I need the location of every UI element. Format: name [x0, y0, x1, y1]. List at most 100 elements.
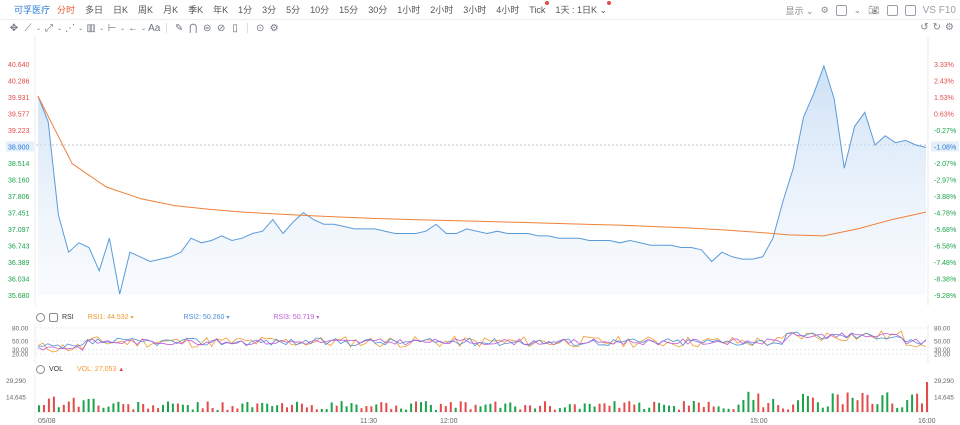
lock-icon[interactable]: ⊜: [201, 21, 213, 35]
volume-bar: [678, 409, 680, 412]
pct-tick-label: -3.88%: [934, 194, 956, 201]
redo-icon[interactable]: ↻: [933, 22, 941, 33]
vol-value-legend[interactable]: VOL: 27,053 ▲: [77, 366, 124, 373]
display-menu[interactable]: 显示 ⌄: [786, 4, 814, 17]
volume-bar: [603, 403, 606, 412]
price-chart[interactable]: 40.640 40.286 39.931 39.577 39.223 38.900 38.5…: [0, 36, 960, 306]
volume-bar: [648, 407, 651, 412]
volume-bar: [132, 409, 135, 412]
volume-bar: [916, 393, 919, 412]
measure-icon[interactable]: ⊢: [106, 21, 118, 35]
history-tools: ↺ ↻ ⚙: [920, 22, 954, 33]
vsf10-button[interactable]: VS F10: [923, 5, 956, 16]
period-tab[interactable]: 2小时: [425, 0, 458, 20]
rsi-level-label: 20.00: [12, 352, 29, 359]
period-tab[interactable]: 周K: [133, 0, 158, 20]
volume-bar: [385, 402, 388, 412]
volume-bar: [370, 406, 373, 412]
volume-bar: [405, 409, 408, 412]
volume-chart[interactable]: 29,290 14,645 29,290 14,645 05/08 11:30 12:00 1…: [0, 375, 960, 425]
pattern-icon[interactable]: ⋰: [64, 21, 76, 35]
volume-bar: [752, 399, 755, 412]
volume-bar: [479, 406, 482, 412]
volume-bar: [737, 404, 740, 412]
period-tab[interactable]: 多日: [80, 0, 108, 20]
price-tick-label: 38.900: [8, 145, 30, 152]
volume-bar: [43, 405, 45, 412]
volume-bar: [206, 401, 209, 412]
layout-icon[interactable]: [835, 4, 847, 16]
volume-bar: [742, 399, 745, 412]
volume-bar: [231, 406, 234, 412]
undo-icon[interactable]: ↺: [920, 22, 928, 33]
rsi-line: [37, 331, 927, 349]
chevron-down-icon[interactable]: ⌄: [99, 25, 104, 32]
volume-bar: [57, 407, 60, 412]
chevron-down-icon[interactable]: ⌄: [36, 25, 41, 32]
period-tab[interactable]: 1小时: [392, 0, 425, 20]
gear-icon[interactable]: ⚙: [821, 5, 829, 16]
fib-icon[interactable]: ⤢: [43, 21, 55, 35]
period-tab[interactable]: 1分: [233, 0, 257, 20]
volume-bar: [112, 403, 115, 412]
pen-icon[interactable]: ✎: [173, 21, 185, 35]
period-tab[interactable]: 1天 : 1日K ⌄: [550, 0, 612, 20]
rsi-chart[interactable]: 80.00 80.0050.00 50.0030.00 30.0020.00 20.00: [0, 324, 960, 364]
period-tab[interactable]: 4小时: [491, 0, 524, 20]
period-tab[interactable]: Tick: [524, 0, 550, 20]
fullscreen-icon[interactable]: [886, 4, 898, 16]
vol-label: VOL: [49, 365, 64, 373]
magnet-icon[interactable]: ⋂: [187, 21, 199, 35]
settings-icon[interactable]: ⚙: [268, 21, 280, 35]
volume-bar: [866, 394, 869, 412]
line-icon[interactable]: ⟋: [22, 21, 34, 35]
volume-bar: [261, 402, 264, 412]
period-tab[interactable]: 分时: [52, 0, 80, 20]
volume-bar: [276, 405, 279, 412]
period-tab[interactable]: 日K: [108, 0, 133, 20]
text-icon[interactable]: Aa: [148, 21, 160, 35]
eye-icon[interactable]: [36, 364, 45, 374]
volume-bar: [692, 401, 695, 412]
chevron-down-icon[interactable]: ⌄: [57, 25, 62, 32]
chevron-down-icon[interactable]: ⌄: [854, 5, 862, 16]
compare-icon[interactable]: ⊙: [254, 21, 266, 35]
eye-icon[interactable]: [36, 312, 45, 322]
chevron-down-icon[interactable]: ⌄: [120, 25, 125, 32]
period-tab[interactable]: 5分: [281, 0, 305, 20]
divider: [247, 23, 249, 33]
volume-bar: [633, 404, 636, 412]
arrow-icon[interactable]: ←: [127, 21, 139, 35]
volume-bar: [534, 408, 537, 412]
volume-bar: [911, 394, 914, 412]
chevron-down-icon[interactable]: ⌄: [141, 25, 146, 32]
stock-name[interactable]: 可孚医疗: [0, 3, 52, 16]
volume-bar: [712, 406, 715, 412]
period-tab[interactable]: 月K: [158, 0, 183, 20]
period-tab[interactable]: 3分: [257, 0, 281, 20]
period-tab[interactable]: 3小时: [458, 0, 491, 20]
period-tab[interactable]: 15分: [334, 0, 363, 20]
volume-bar: [162, 404, 164, 412]
rsi1-legend[interactable]: RSI1: 44.532 ▾: [88, 314, 134, 321]
period-tab[interactable]: 季K: [183, 0, 208, 20]
crosshair-icon[interactable]: ✥: [8, 21, 20, 35]
volume-bar: [395, 405, 398, 412]
rsi2-legend[interactable]: RSI2: 50.260 ▾: [184, 314, 230, 321]
trash-icon[interactable]: ▯: [229, 21, 241, 35]
settings-icon[interactable]: ⚙: [945, 22, 954, 33]
volume-bar: [310, 405, 313, 412]
period-tab[interactable]: 年K: [208, 0, 233, 20]
range-icon[interactable]: ▥: [85, 21, 97, 35]
volume-bar: [702, 407, 705, 412]
eye-off-icon[interactable]: ⊘: [215, 21, 227, 35]
volume-bar: [797, 400, 799, 412]
period-tab[interactable]: 10分: [305, 0, 334, 20]
period-tab[interactable]: 30分: [363, 0, 392, 20]
rsi3-legend[interactable]: RSI3: 50.719 ▾: [273, 314, 319, 321]
volume-bar: [484, 404, 487, 412]
camera-icon[interactable]: 📷︎: [868, 5, 879, 16]
window-icon[interactable]: [904, 4, 916, 16]
chevron-down-icon[interactable]: ⌄: [78, 25, 83, 32]
gear-icon[interactable]: [49, 312, 58, 322]
